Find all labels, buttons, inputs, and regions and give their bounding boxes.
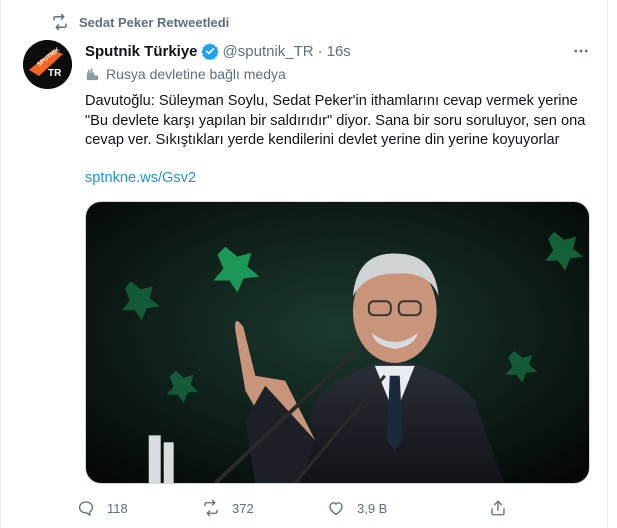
reply-count: 118: [107, 500, 128, 516]
share-icon: [491, 500, 505, 516]
speaker-photo: [86, 202, 589, 483]
reply-button[interactable]: 118: [77, 499, 202, 517]
retweet-context: Sedat Peker Retweetledi: [51, 12, 229, 32]
tweet-text: Davutoğlu: Süleyman Soylu, Sedat Peker'i…: [85, 93, 586, 148]
retweet-icon: [204, 499, 218, 517]
more-dots-icon: [574, 49, 588, 53]
like-button[interactable]: 3,9 B: [327, 499, 452, 517]
state-media-label[interactable]: Rusya devletine bağlı medya: [85, 64, 286, 84]
tweet-time[interactable]: 16s: [327, 43, 351, 60]
tweet-link[interactable]: sptnkne.ws/Gsv2: [85, 168, 196, 188]
tweet-card[interactable]: Sedat Peker Retweetledi SPUTNIK TR Sputn…: [0, 0, 608, 528]
separator-dot: ·: [317, 42, 323, 60]
tweet-header: Sputnik Türkiye @sputnik_TR · 16s: [85, 40, 351, 62]
avatar-tr-text: TR: [48, 68, 62, 79]
more-options-button[interactable]: [567, 40, 595, 62]
like-count: 3,9 B: [357, 500, 388, 516]
avatar[interactable]: SPUTNIK TR: [23, 40, 72, 89]
retweet-count: 372: [232, 500, 254, 516]
author-name[interactable]: Sputnik Türkiye: [85, 43, 198, 60]
retweet-label[interactable]: Sedat Peker Retweetledi: [79, 15, 229, 30]
retweet-icon: [53, 13, 67, 31]
tweet-image[interactable]: [85, 201, 590, 484]
retweet-button[interactable]: 372: [202, 499, 327, 517]
state-flag-icon: [86, 68, 99, 80]
share-button[interactable]: [489, 499, 507, 520]
verified-badge-icon: [200, 43, 219, 60]
state-media-text: Rusya devletine bağlı medya: [106, 66, 286, 82]
heart-icon: [329, 502, 343, 516]
author-handle[interactable]: @sputnik_TR: [223, 43, 314, 60]
tweet-actions: 118 372 3,9 B: [77, 494, 517, 522]
reply-icon: [78, 501, 94, 517]
